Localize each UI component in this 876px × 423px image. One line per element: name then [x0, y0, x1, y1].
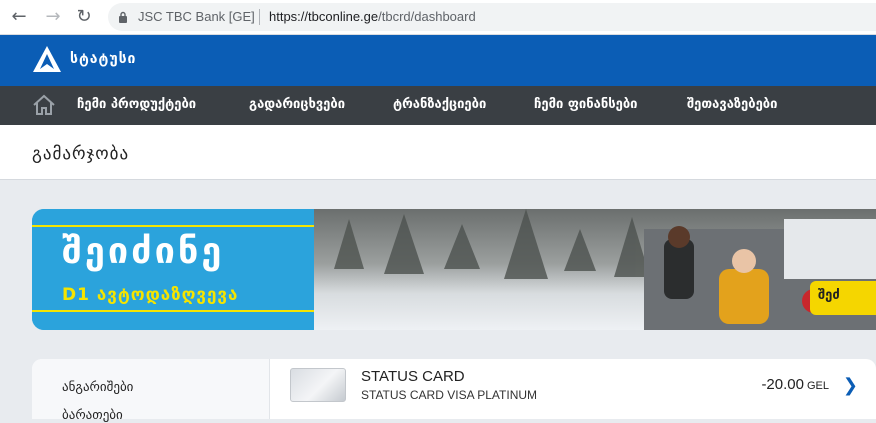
products-sidebar: ანგარიშები ბარათები: [32, 359, 270, 423]
sidebar-item-accounts[interactable]: ანგარიშები: [62, 380, 133, 395]
brand-header: სტატუსი: [0, 35, 876, 86]
card-subtitle: STATUS CARD VISA PLATINUM: [361, 388, 538, 402]
main-navigation: ჩემი პროდუქტები გადარიცხვები ტრანზაქციებ…: [0, 86, 876, 125]
url-path: /tbcrd/dashboard: [378, 9, 476, 24]
products-panel: ანგარიშები ბარათები STATUS CARD STATUS C…: [32, 359, 876, 423]
page-header: გამარჯობა: [0, 125, 876, 180]
browser-toolbar: ← → ↻ JSC TBC Bank [GE] https://tbconlin…: [0, 0, 876, 35]
banner-cta-text: შეძ: [818, 288, 840, 303]
nav-item-transactions[interactable]: ტრანზაქციები: [393, 97, 486, 112]
card-balance: -20.00 GEL: [761, 376, 829, 393]
banner-headline: შეიძინე: [62, 231, 225, 272]
back-arrow-icon[interactable]: ←: [8, 6, 30, 28]
nav-item-transfers[interactable]: გადარიცხვები: [249, 97, 345, 112]
sidebar-item-cards[interactable]: ბარათები: [62, 408, 123, 423]
banner-subline: D1 ავტოდაზღვევა: [62, 285, 239, 305]
banner-photo-image: [314, 209, 876, 330]
page-title: გამარჯობა: [32, 144, 130, 164]
reload-icon[interactable]: ↻: [73, 6, 95, 28]
promo-banner[interactable]: შეიძინე D1 ავტოდაზღვევა შეძ: [32, 209, 876, 330]
address-bar[interactable]: JSC TBC Bank [GE] https://tbconline.ge/t…: [108, 3, 876, 31]
card-thumbnail-image: [290, 368, 346, 402]
omnibox-divider: [259, 9, 260, 25]
lock-icon: [119, 11, 127, 23]
card-currency: GEL: [806, 380, 829, 392]
nav-item-my-products[interactable]: ჩემი პროდუქტები: [77, 97, 196, 112]
chevron-right-icon[interactable]: ❯: [843, 375, 858, 396]
brand-logo-icon[interactable]: [32, 45, 62, 73]
url-text[interactable]: https://tbconline.ge/tbcrd/dashboard: [269, 9, 476, 24]
url-host: https://tbconline.ge: [269, 9, 379, 24]
site-identity: JSC TBC Bank [GE]: [138, 9, 255, 24]
banner-cta-tab[interactable]: შეძ: [810, 281, 876, 315]
forward-arrow-icon[interactable]: →: [42, 6, 64, 28]
card-name[interactable]: STATUS CARD: [361, 368, 465, 385]
home-icon[interactable]: [32, 94, 56, 116]
card-amount: -20.00: [761, 376, 804, 393]
brand-name[interactable]: სტატუსი: [70, 51, 136, 67]
nav-item-my-finances[interactable]: ჩემი ფინანსები: [534, 97, 637, 112]
nav-item-offers[interactable]: შეთავაზებები: [687, 97, 777, 112]
